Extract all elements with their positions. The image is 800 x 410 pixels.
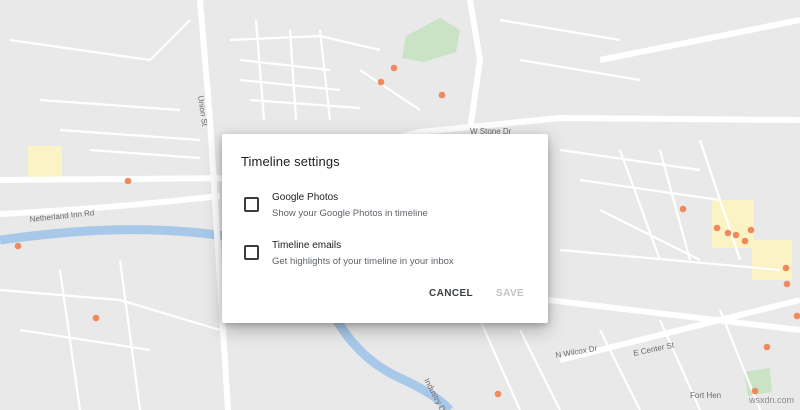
timeline-emails-checkbox[interactable]: [244, 245, 259, 260]
cancel-button[interactable]: CANCEL: [429, 288, 473, 299]
place-marker[interactable]: [494, 390, 502, 398]
place-marker[interactable]: [124, 177, 132, 185]
place-marker[interactable]: [783, 280, 791, 288]
timeline-emails-label: Timeline emails: [272, 240, 342, 251]
place-marker[interactable]: [724, 229, 732, 237]
place-marker[interactable]: [92, 314, 100, 322]
place-marker[interactable]: [747, 226, 755, 234]
place-marker[interactable]: [763, 343, 771, 351]
place-marker[interactable]: [732, 231, 740, 239]
app-stage: W Stone Dr Netherland Inn Rd E Center St…: [0, 0, 800, 410]
place-marker[interactable]: [713, 224, 721, 232]
highlight-area: [752, 240, 792, 280]
google-photos-option[interactable]: Google Photos Show your Google Photos in…: [242, 192, 532, 224]
place-marker[interactable]: [377, 78, 385, 86]
timeline-emails-description: Get highlights of your timeline in your …: [272, 256, 454, 267]
place-marker[interactable]: [438, 91, 446, 99]
place-marker[interactable]: [751, 387, 759, 395]
street-label: Fort Hen: [690, 391, 721, 400]
google-photos-description: Show your Google Photos in timeline: [272, 208, 428, 219]
place-marker[interactable]: [390, 64, 398, 72]
place-marker[interactable]: [793, 312, 800, 320]
place-marker[interactable]: [741, 237, 749, 245]
dialog-title: Timeline settings: [241, 154, 340, 169]
watermark: wsxdn.com: [748, 395, 794, 405]
google-photos-checkbox[interactable]: [244, 197, 259, 212]
place-marker[interactable]: [14, 242, 22, 250]
google-photos-label: Google Photos: [272, 192, 339, 203]
timeline-emails-option[interactable]: Timeline emails Get highlights of your t…: [242, 240, 532, 272]
highlight-area: [28, 146, 62, 178]
place-marker[interactable]: [782, 264, 790, 272]
save-button[interactable]: SAVE: [496, 288, 524, 299]
place-marker[interactable]: [679, 205, 687, 213]
timeline-settings-dialog: Timeline settings Google Photos Show you…: [222, 134, 548, 323]
